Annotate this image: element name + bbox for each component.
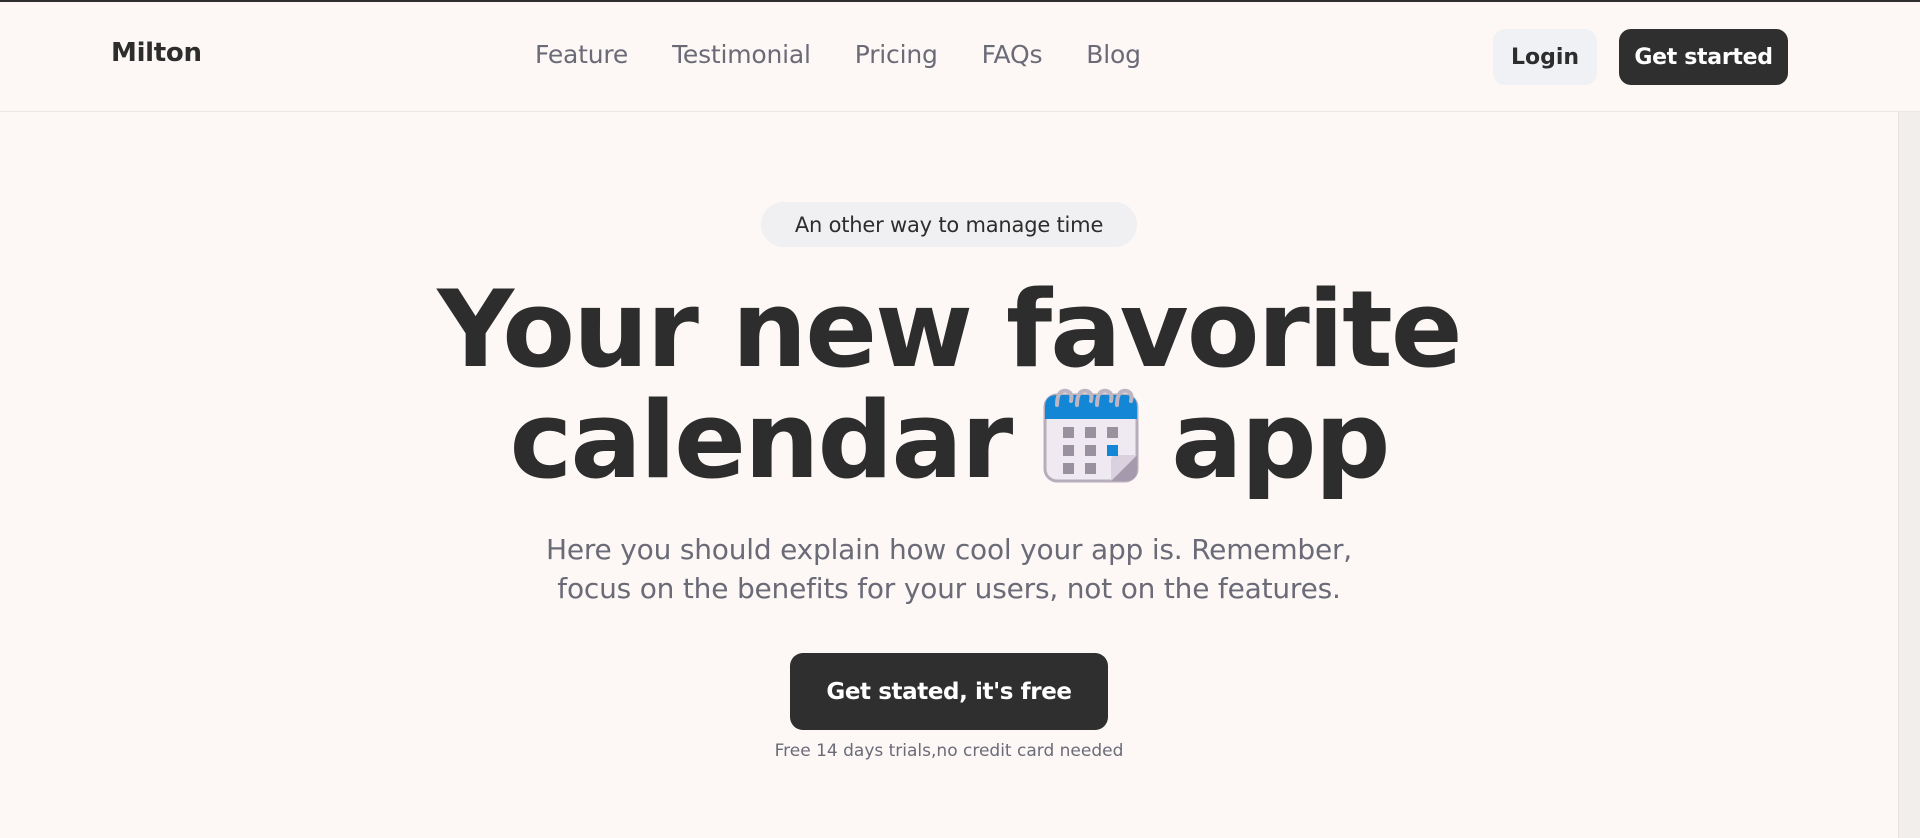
nav-item-pricing[interactable]: Pricing bbox=[855, 40, 938, 69]
get-started-button[interactable]: Get started bbox=[1619, 29, 1788, 85]
headline-line-1: Your new favorite bbox=[437, 268, 1462, 391]
nav-item-testimonial[interactable]: Testimonial bbox=[672, 40, 811, 69]
calendar-icon bbox=[1041, 385, 1141, 485]
main-nav: Feature Testimonial Pricing FAQs Blog bbox=[535, 40, 1185, 69]
subtitle-line-1: Here you should explain how cool your ap… bbox=[545, 533, 1353, 566]
hero-subtitle: Here you should explain how cool your ap… bbox=[0, 530, 1898, 608]
hero-headline: Your new favorite calendar app bbox=[0, 275, 1898, 496]
logo[interactable]: Milton bbox=[111, 38, 202, 68]
nav-item-faqs[interactable]: FAQs bbox=[982, 40, 1043, 69]
cta-get-started-free-button[interactable]: Get stated, it's free bbox=[790, 653, 1108, 730]
nav-item-blog[interactable]: Blog bbox=[1086, 40, 1141, 69]
login-button[interactable]: Login bbox=[1493, 29, 1597, 85]
headline-word-calendar: calendar bbox=[509, 379, 1013, 502]
site-header: Milton Feature Testimonial Pricing FAQs … bbox=[0, 2, 1920, 112]
headline-word-app: app bbox=[1171, 379, 1390, 502]
tagline-badge: An other way to manage time bbox=[761, 202, 1137, 247]
trial-note: Free 14 days trials,no credit card neede… bbox=[774, 741, 1124, 761]
nav-item-feature[interactable]: Feature bbox=[535, 40, 628, 69]
headline-line-2: calendar app bbox=[0, 385, 1898, 496]
hero-section: An other way to manage time Your new fav… bbox=[0, 112, 1898, 838]
scrollbar[interactable] bbox=[1898, 112, 1920, 838]
subtitle-line-2: focus on the benefits for your users, no… bbox=[557, 572, 1341, 605]
